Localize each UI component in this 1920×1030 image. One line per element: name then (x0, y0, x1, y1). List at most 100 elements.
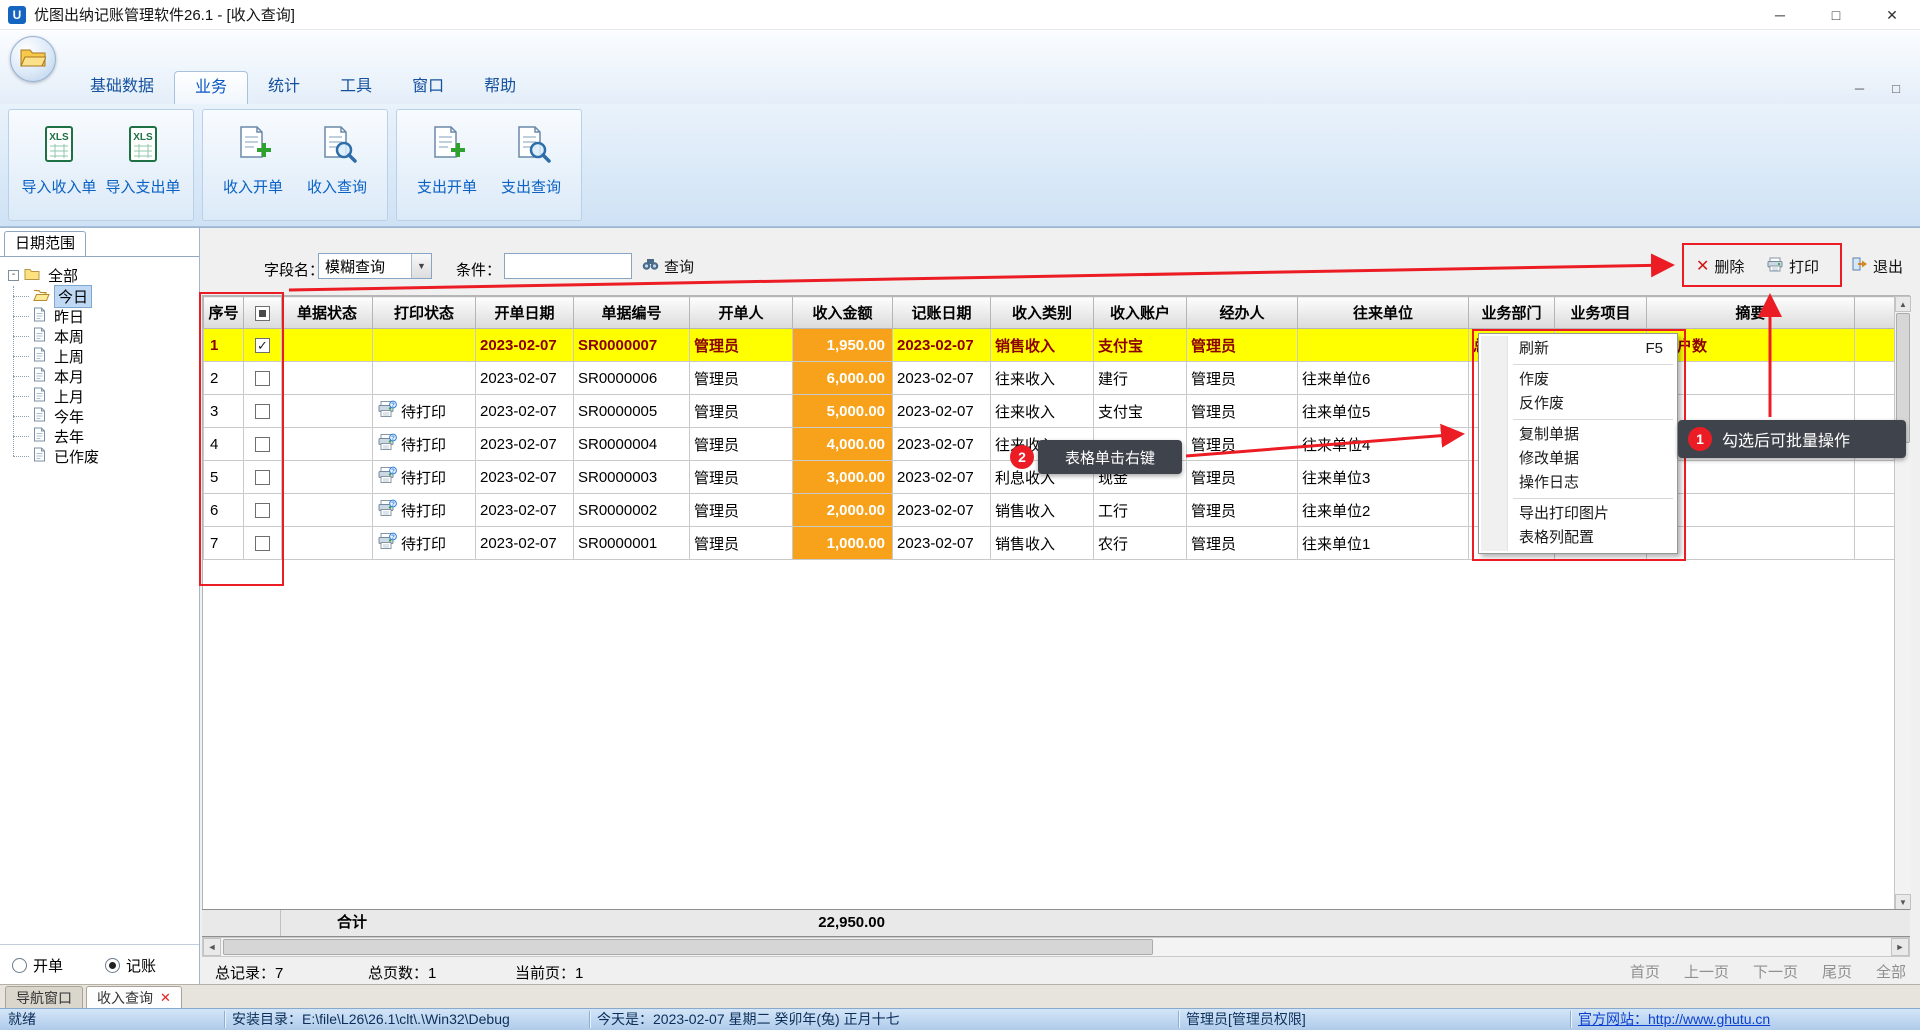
pager-link[interactable]: 全部 (1876, 961, 1906, 982)
condition-input[interactable] (504, 253, 632, 279)
cell-doc-status[interactable] (282, 461, 373, 494)
bottom-tab[interactable]: 收入查询✕ (86, 986, 182, 1008)
context-menu-item[interactable]: 表格列配置 (1481, 526, 1675, 550)
mode-radio-unchecked[interactable]: 开单 (12, 955, 63, 976)
close-icon[interactable]: ✕ (1864, 0, 1920, 30)
column-header[interactable] (1855, 297, 1895, 329)
tree-item[interactable]: 今日 (13, 286, 197, 306)
delete-button[interactable]: ✕ 删除 (1696, 252, 1744, 280)
tree-root-item[interactable]: - 全部 (6, 264, 197, 286)
date-range-tab[interactable]: 日期范围 (4, 231, 86, 257)
row-checkbox[interactable] (255, 404, 270, 419)
cell-doc-no[interactable]: SR0000007 (574, 329, 690, 362)
print-button[interactable]: 打印 (1766, 252, 1819, 280)
column-header[interactable]: 打印状态 (373, 297, 476, 329)
ribbon-button[interactable]: 收入查询 (295, 110, 379, 220)
row-checkbox[interactable]: ✓ (255, 338, 270, 353)
column-header[interactable]: 收入金额 (793, 297, 893, 329)
cell-checkbox[interactable] (244, 461, 282, 494)
context-menu-item[interactable]: 作废 (1481, 368, 1675, 392)
cell-account[interactable]: 建行 (1094, 362, 1187, 395)
pager-link[interactable]: 首页 (1630, 961, 1660, 982)
ribbon-button[interactable]: XLS导入收入单 (17, 110, 101, 220)
select-all-checkbox[interactable] (255, 306, 270, 321)
column-header[interactable]: 业务项目 (1555, 297, 1647, 329)
query-button[interactable]: 查询 (642, 252, 694, 280)
cell-opener[interactable]: 管理员 (690, 527, 793, 560)
cell-amount[interactable]: 2,000.00 (793, 494, 893, 527)
cell-counterparty[interactable]: 往来单位2 (1298, 494, 1469, 527)
scroll-down-icon[interactable]: ▼ (1895, 894, 1911, 910)
cell-book-date[interactable]: 2023-02-07 (893, 494, 991, 527)
cell-category[interactable]: 销售收入 (991, 527, 1094, 560)
cell-counterparty[interactable]: 往来单位3 (1298, 461, 1469, 494)
cell-handler[interactable]: 管理员 (1187, 494, 1298, 527)
bottom-tab[interactable]: 导航窗口 (5, 986, 83, 1008)
cell-handler[interactable]: 管理员 (1187, 461, 1298, 494)
cell-doc-no[interactable]: SR0000005 (574, 395, 690, 428)
context-menu-item[interactable]: 反作废 (1481, 392, 1675, 416)
cell-counterparty[interactable]: 往来单位6 (1298, 362, 1469, 395)
cell-row-number[interactable]: 4 (204, 428, 244, 461)
cell-category[interactable]: 销售收入 (991, 494, 1094, 527)
menu-tab[interactable]: 统计 (248, 71, 320, 104)
status-website-link[interactable]: 官方网站：http://www.ghutu.cn (1578, 1009, 1770, 1030)
ribbon-button[interactable]: 支出开单 (405, 110, 489, 220)
column-header[interactable]: 序号 (204, 297, 244, 329)
cell-checkbox[interactable] (244, 527, 282, 560)
cell-handler[interactable]: 管理员 (1187, 527, 1298, 560)
close-tab-icon[interactable]: ✕ (160, 990, 171, 1006)
tree-item[interactable]: 上周 (13, 346, 197, 366)
cell-doc-status[interactable] (282, 362, 373, 395)
scroll-left-icon[interactable]: ◄ (203, 938, 221, 956)
field-select[interactable]: 模糊查询 ▼ (318, 253, 432, 279)
cell-open-date[interactable]: 2023-02-07 (476, 329, 574, 362)
cell-print-status[interactable]: ?待打印 (373, 461, 476, 494)
cell-doc-no[interactable]: SR0000006 (574, 362, 690, 395)
cell-counterparty[interactable]: 往来单位4 (1298, 428, 1469, 461)
menu-tab[interactable]: 帮助 (464, 71, 536, 104)
cell-doc-status[interactable] (282, 527, 373, 560)
cell-book-date[interactable]: 2023-02-07 (893, 329, 991, 362)
tree-item[interactable]: 上月 (13, 386, 197, 406)
column-header[interactable]: 业务部门 (1469, 297, 1555, 329)
context-menu-item[interactable]: 修改单据 (1481, 447, 1675, 471)
cell-open-date[interactable]: 2023-02-07 (476, 428, 574, 461)
row-checkbox[interactable] (255, 371, 270, 386)
column-header[interactable]: 收入账户 (1094, 297, 1187, 329)
cell-account[interactable]: 农行 (1094, 527, 1187, 560)
column-header[interactable]: 开单日期 (476, 297, 574, 329)
column-header[interactable]: 开单人 (690, 297, 793, 329)
cell-row-number[interactable]: 7 (204, 527, 244, 560)
maximize-icon[interactable]: □ (1808, 0, 1864, 30)
mdi-restore-icon[interactable]: □ (1892, 81, 1900, 96)
tree-item[interactable]: 去年 (13, 426, 197, 446)
ribbon-button[interactable]: XLS导入支出单 (101, 110, 185, 220)
cell-print-status[interactable] (373, 362, 476, 395)
context-menu-item[interactable]: 操作日志 (1481, 471, 1675, 495)
cell-open-date[interactable]: 2023-02-07 (476, 362, 574, 395)
main-menu-button[interactable] (10, 36, 56, 82)
cell-counterparty[interactable]: 往来单位1 (1298, 527, 1469, 560)
row-checkbox[interactable] (255, 470, 270, 485)
cell-row-number[interactable]: 3 (204, 395, 244, 428)
cell-book-date[interactable]: 2023-02-07 (893, 527, 991, 560)
column-header[interactable]: 单据编号 (574, 297, 690, 329)
cell-checkbox[interactable] (244, 362, 282, 395)
column-header[interactable]: 记账日期 (893, 297, 991, 329)
cell-doc-no[interactable]: SR0000003 (574, 461, 690, 494)
cell-amount[interactable]: 6,000.00 (793, 362, 893, 395)
context-menu-item[interactable]: 导出打印图片 (1481, 502, 1675, 526)
row-checkbox[interactable] (255, 503, 270, 518)
menu-tab[interactable]: 窗口 (392, 71, 464, 104)
tree-item[interactable]: 本周 (13, 326, 197, 346)
cell-opener[interactable]: 管理员 (690, 494, 793, 527)
cell-category[interactable]: 往来收入 (991, 362, 1094, 395)
vertical-scrollbar[interactable]: ▲ ▼ (1894, 296, 1911, 910)
menu-tab[interactable]: 基础数据 (70, 71, 174, 104)
cell-book-date[interactable]: 2023-02-07 (893, 362, 991, 395)
cell-doc-no[interactable]: SR0000004 (574, 428, 690, 461)
row-checkbox[interactable] (255, 437, 270, 452)
cell-opener[interactable]: 管理员 (690, 395, 793, 428)
tree-item[interactable]: 今年 (13, 406, 197, 426)
